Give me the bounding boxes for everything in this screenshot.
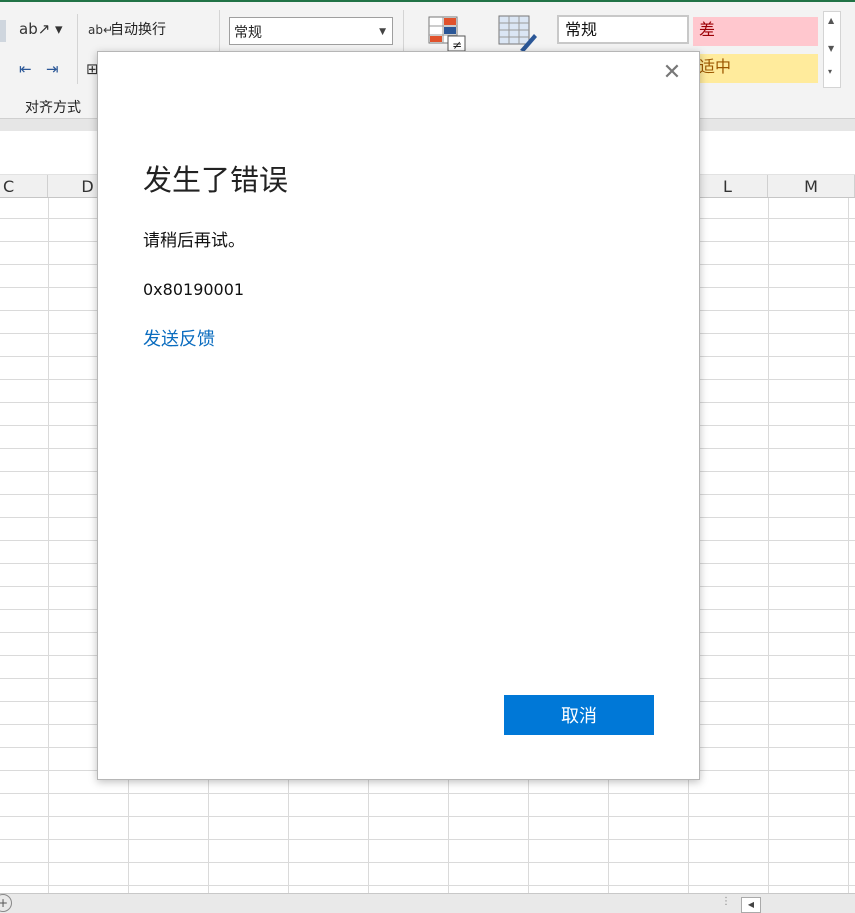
number-format-value: 常规	[234, 25, 262, 41]
ribbon-edge-button[interactable]	[0, 20, 6, 42]
style-neutral[interactable]: 适中	[693, 54, 818, 83]
wrap-text-button[interactable]: 自动换行	[110, 21, 166, 39]
format-as-table-icon[interactable]	[498, 14, 538, 52]
column-header-m[interactable]: M	[768, 175, 855, 197]
cancel-button[interactable]: 取消	[504, 695, 654, 735]
ribbon-separator	[77, 14, 78, 84]
add-sheet-icon[interactable]: +	[0, 894, 12, 912]
chevron-down-icon: ▼	[379, 27, 386, 37]
alignment-group-label: 对齐方式	[25, 100, 81, 116]
scroll-up-icon[interactable]: ▲	[828, 16, 834, 25]
style-bad[interactable]: 差	[693, 17, 818, 46]
sheet-tab-bar: + ⋮ ◀	[0, 893, 855, 913]
orientation-icon[interactable]: ab↗ ▾	[19, 20, 63, 38]
dialog-title: 发生了错误	[143, 163, 289, 197]
column-header-l[interactable]: L	[688, 175, 768, 197]
send-feedback-link[interactable]: 发送反馈	[143, 327, 215, 353]
style-normal[interactable]: 常规	[557, 15, 689, 44]
conditional-formatting-icon[interactable]: ≠	[428, 16, 466, 52]
dialog-message: 请稍后再试。	[143, 231, 245, 251]
error-dialog: ✕ 发生了错误 请稍后再试。 0x80190001 发送反馈 取消	[97, 51, 700, 780]
error-code: 0x80190001	[143, 280, 245, 299]
number-format-select[interactable]: 常规 ▼	[229, 17, 393, 45]
splitter-handle-icon[interactable]: ⋮	[721, 896, 731, 907]
increase-indent-icon[interactable]: ⇥	[46, 60, 59, 78]
styles-gallery-scroll[interactable]: ▲ ▼ ▾	[823, 11, 841, 88]
close-icon[interactable]: ✕	[660, 61, 684, 85]
column-header-c[interactable]: C	[0, 175, 48, 197]
scroll-left-icon[interactable]: ◀	[741, 897, 761, 913]
scroll-down-icon[interactable]: ▼	[828, 44, 834, 53]
svg-text:≠: ≠	[452, 38, 462, 52]
decrease-indent-icon[interactable]: ⇤	[19, 60, 32, 78]
expand-gallery-icon[interactable]: ▾	[828, 67, 832, 76]
